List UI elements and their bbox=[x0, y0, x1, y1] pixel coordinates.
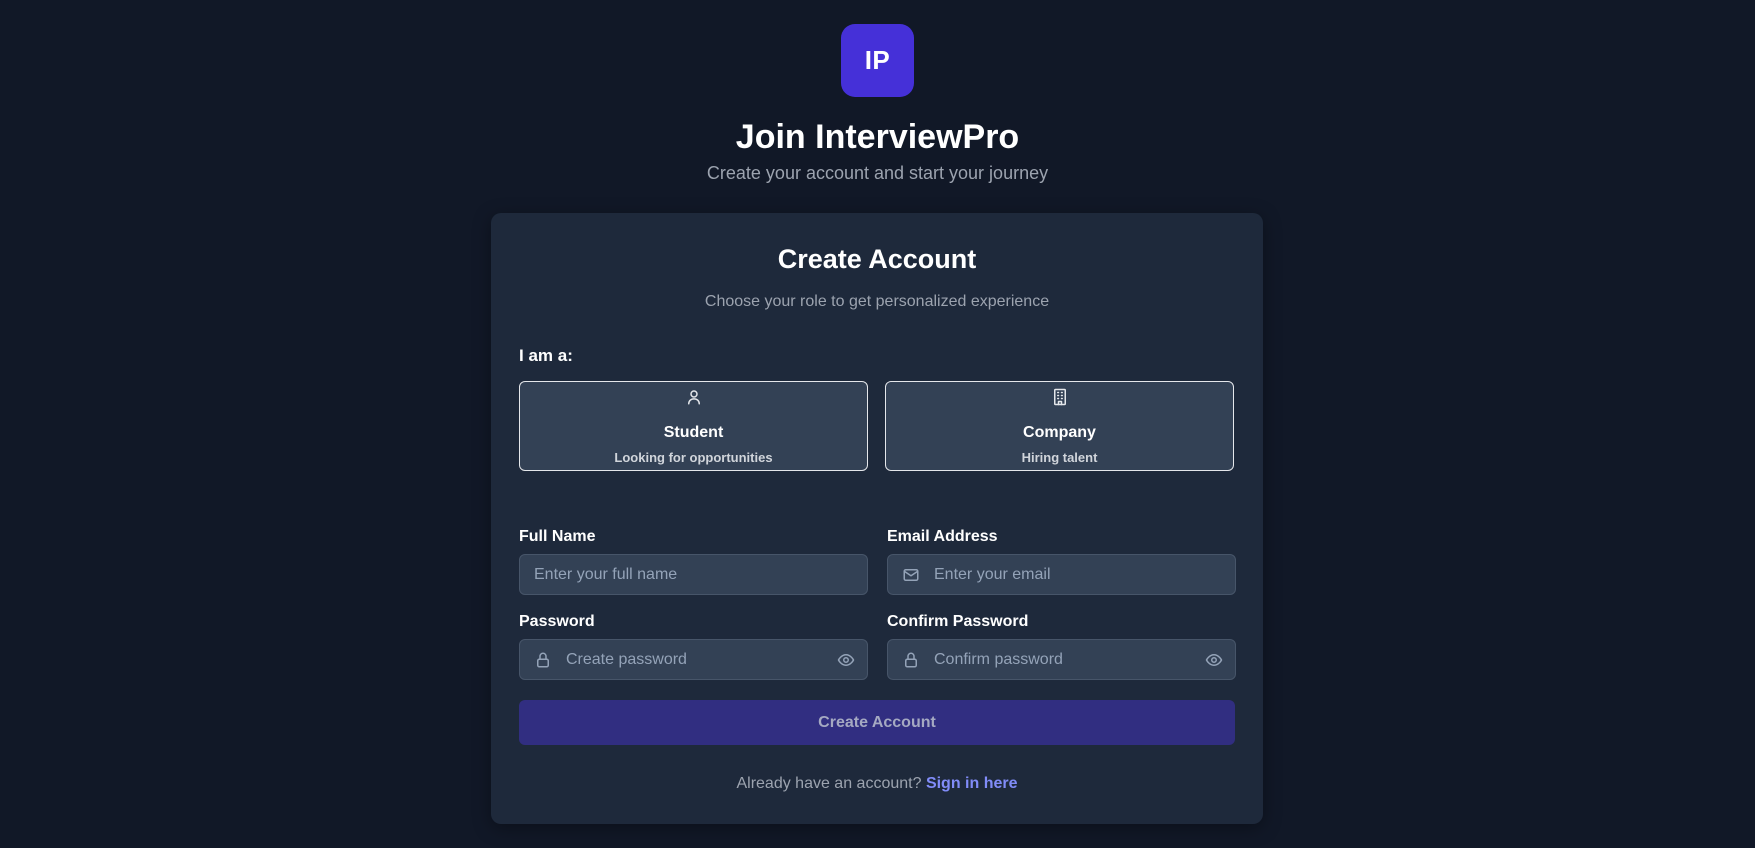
signup-card: Create Account Choose your role to get p… bbox=[491, 213, 1263, 824]
eye-icon[interactable] bbox=[837, 651, 855, 669]
page-subtitle: Create your account and start your journ… bbox=[706, 163, 1049, 183]
role-description: Looking for opportunities bbox=[614, 450, 773, 465]
lock-icon bbox=[902, 651, 920, 669]
password-label: Password bbox=[519, 613, 595, 630]
confirm-password-field bbox=[887, 639, 1236, 680]
signin-prompt: Already have an account? bbox=[736, 775, 926, 792]
role-description: Hiring talent bbox=[1021, 450, 1098, 465]
email-label: Email Address bbox=[887, 528, 998, 545]
role-option-company[interactable]: Company Hiring talent bbox=[885, 381, 1234, 471]
lock-icon bbox=[534, 651, 552, 669]
full-name-input[interactable] bbox=[534, 555, 854, 594]
eye-icon[interactable] bbox=[1205, 651, 1223, 669]
password-field bbox=[519, 639, 868, 680]
signin-link[interactable]: Sign in here bbox=[926, 775, 1018, 792]
confirm-password-label: Confirm Password bbox=[887, 613, 1029, 630]
role-name: Company bbox=[1023, 424, 1096, 441]
signup-page: IP Join InterviewPro Create your account… bbox=[0, 0, 1755, 848]
role-option-student[interactable]: Student Looking for opportunities bbox=[519, 381, 868, 471]
logo-text: IP bbox=[864, 45, 891, 75]
building-icon bbox=[886, 388, 1233, 406]
user-icon bbox=[520, 388, 867, 406]
full-name-field bbox=[519, 554, 868, 595]
page-title: Join InterviewPro bbox=[735, 118, 1020, 156]
card-title: Create Account bbox=[777, 244, 977, 274]
role-name: Student bbox=[663, 424, 724, 441]
password-input[interactable] bbox=[566, 640, 824, 679]
mail-icon bbox=[902, 566, 920, 584]
card-subtitle: Choose your role to get personalized exp… bbox=[704, 293, 1050, 310]
app-logo: IP bbox=[841, 24, 914, 97]
full-name-label: Full Name bbox=[519, 528, 596, 545]
signin-row: Already have an account? Sign in here bbox=[491, 775, 1263, 793]
create-account-button[interactable]: Create Account bbox=[519, 700, 1235, 745]
email-field bbox=[887, 554, 1236, 595]
confirm-password-input[interactable] bbox=[934, 640, 1192, 679]
email-input[interactable] bbox=[934, 555, 1224, 594]
role-prompt: I am a: bbox=[519, 346, 573, 365]
